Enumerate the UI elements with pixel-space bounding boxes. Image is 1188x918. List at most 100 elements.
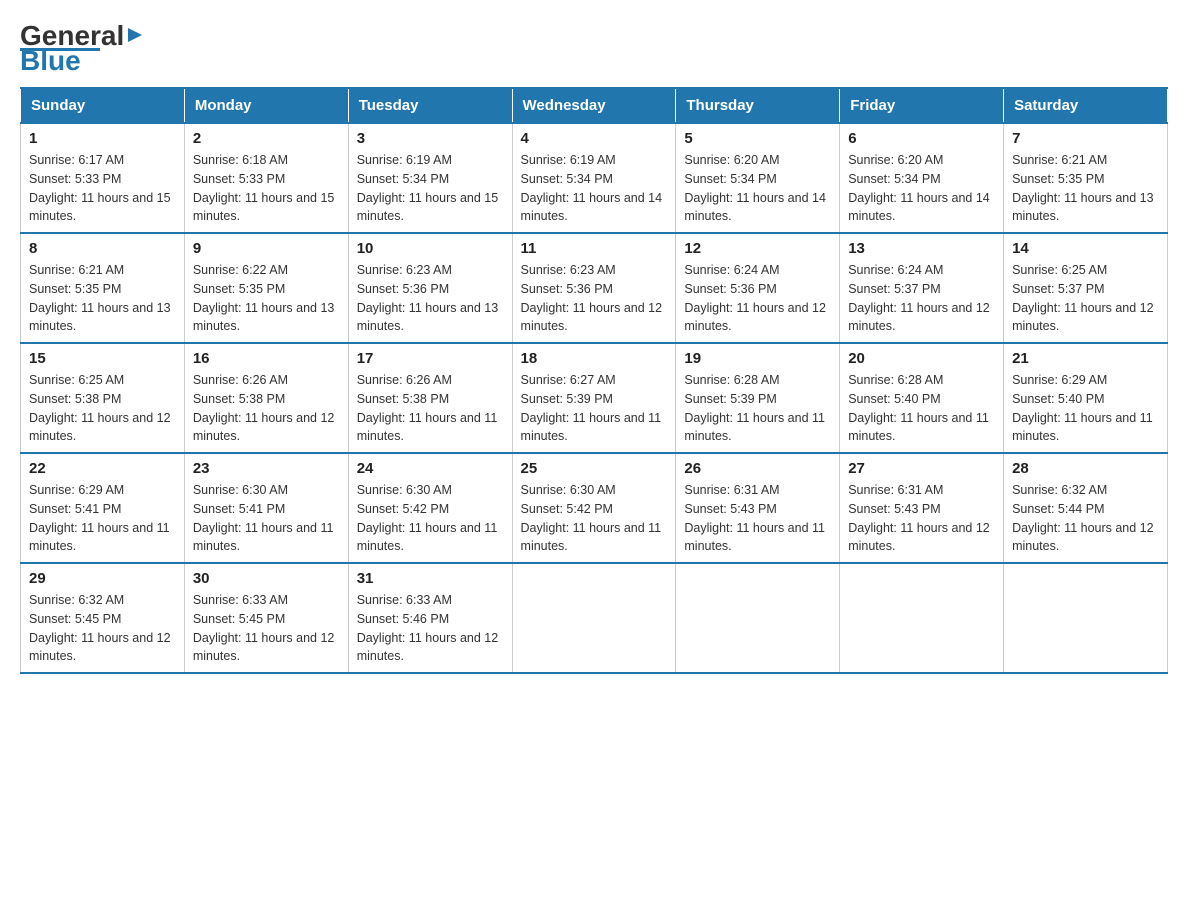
day-number: 3 (357, 130, 504, 147)
week-row-4: 22Sunrise: 6:29 AMSunset: 5:41 PMDayligh… (21, 453, 1168, 563)
day-info: Sunrise: 6:28 AMSunset: 5:39 PMDaylight:… (684, 371, 831, 446)
calendar-cell: 3Sunrise: 6:19 AMSunset: 5:34 PMDaylight… (348, 123, 512, 233)
week-row-5: 29 Sunrise: 6:32 AMSunset: 5:45 PMDayligh… (21, 563, 1168, 673)
week-row-3: 15Sunrise: 6:25 AMSunset: 5:38 PMDayligh… (21, 343, 1168, 453)
calendar-cell: 24 Sunrise: 6:30 AMSunset: 5:42 PMDayligh… (348, 453, 512, 563)
calendar-cell: 2 Sunrise: 6:18 AMSunset: 5:33 PMDaylight… (184, 123, 348, 233)
calendar-cell: 26 Sunrise: 6:31 AMSunset: 5:43 PMDayligh… (676, 453, 840, 563)
day-info: Sunrise: 6:17 AMSunset: 5:33 PMDaylight:… (29, 151, 176, 226)
day-number: 22 (29, 460, 176, 477)
day-number: 10 (357, 240, 504, 257)
day-info: Sunrise: 6:20 AMSunset: 5:34 PMDaylight:… (684, 151, 831, 226)
calendar-cell: 16 Sunrise: 6:26 AMSunset: 5:38 PMDayligh… (184, 343, 348, 453)
calendar-cell: 29 Sunrise: 6:32 AMSunset: 5:45 PMDayligh… (21, 563, 185, 673)
day-info: Sunrise: 6:21 AMSunset: 5:35 PMDaylight:… (1012, 151, 1159, 226)
day-info: Sunrise: 6:25 AMSunset: 5:38 PMDaylight:… (29, 371, 176, 446)
calendar-table: SundayMondayTuesdayWednesdayThursdayFrid… (20, 87, 1168, 674)
week-row-2: 8 Sunrise: 6:21 AMSunset: 5:35 PMDaylight… (21, 233, 1168, 343)
day-number: 2 (193, 130, 340, 147)
day-info: Sunrise: 6:31 AMSunset: 5:43 PMDaylight:… (684, 481, 831, 556)
calendar-cell: 22Sunrise: 6:29 AMSunset: 5:41 PMDayligh… (21, 453, 185, 563)
day-info: Sunrise: 6:33 AMSunset: 5:46 PMDaylight:… (357, 591, 504, 666)
day-number: 18 (521, 350, 668, 367)
calendar-cell: 19 Sunrise: 6:28 AMSunset: 5:39 PMDayligh… (676, 343, 840, 453)
day-info: Sunrise: 6:31 AMSunset: 5:43 PMDaylight:… (848, 481, 995, 556)
weekday-header-row: SundayMondayTuesdayWednesdayThursdayFrid… (21, 88, 1168, 123)
calendar-cell (676, 563, 840, 673)
day-number: 26 (684, 460, 831, 477)
weekday-friday: Friday (840, 88, 1004, 123)
weekday-tuesday: Tuesday (348, 88, 512, 123)
day-info: Sunrise: 6:32 AMSunset: 5:44 PMDaylight:… (1012, 481, 1159, 556)
calendar-cell: 4Sunrise: 6:19 AMSunset: 5:34 PMDaylight… (512, 123, 676, 233)
day-number: 12 (684, 240, 831, 257)
calendar-cell: 1 Sunrise: 6:17 AMSunset: 5:33 PMDaylight… (21, 123, 185, 233)
day-number: 17 (357, 350, 504, 367)
day-number: 11 (521, 240, 668, 257)
day-number: 25 (521, 460, 668, 477)
calendar-cell: 12 Sunrise: 6:24 AMSunset: 5:36 PMDayligh… (676, 233, 840, 343)
logo-blue-text: Blue (20, 45, 81, 77)
day-number: 1 (29, 130, 176, 147)
weekday-saturday: Saturday (1004, 88, 1168, 123)
calendar-cell (840, 563, 1004, 673)
day-number: 7 (1012, 130, 1159, 147)
day-info: Sunrise: 6:30 AMSunset: 5:41 PMDaylight:… (193, 481, 340, 556)
day-info: Sunrise: 6:30 AMSunset: 5:42 PMDaylight:… (357, 481, 504, 556)
logo-flag-icon (126, 26, 144, 49)
calendar-cell: 23Sunrise: 6:30 AMSunset: 5:41 PMDayligh… (184, 453, 348, 563)
day-number: 14 (1012, 240, 1159, 257)
calendar-cell: 14 Sunrise: 6:25 AMSunset: 5:37 PMDayligh… (1004, 233, 1168, 343)
calendar-cell: 20 Sunrise: 6:28 AMSunset: 5:40 PMDayligh… (840, 343, 1004, 453)
week-row-1: 1 Sunrise: 6:17 AMSunset: 5:33 PMDaylight… (21, 123, 1168, 233)
day-info: Sunrise: 6:25 AMSunset: 5:37 PMDaylight:… (1012, 261, 1159, 336)
calendar-cell: 15Sunrise: 6:25 AMSunset: 5:38 PMDayligh… (21, 343, 185, 453)
day-number: 13 (848, 240, 995, 257)
day-number: 16 (193, 350, 340, 367)
calendar-cell: 11Sunrise: 6:23 AMSunset: 5:36 PMDayligh… (512, 233, 676, 343)
logo: General Blue (20, 20, 144, 77)
calendar-cell: 25 Sunrise: 6:30 AMSunset: 5:42 PMDayligh… (512, 453, 676, 563)
calendar-cell: 21 Sunrise: 6:29 AMSunset: 5:40 PMDayligh… (1004, 343, 1168, 453)
day-info: Sunrise: 6:24 AMSunset: 5:37 PMDaylight:… (848, 261, 995, 336)
calendar-cell: 8 Sunrise: 6:21 AMSunset: 5:35 PMDaylight… (21, 233, 185, 343)
day-number: 8 (29, 240, 176, 257)
weekday-thursday: Thursday (676, 88, 840, 123)
day-number: 29 (29, 570, 176, 587)
calendar-cell: 31 Sunrise: 6:33 AMSunset: 5:46 PMDayligh… (348, 563, 512, 673)
day-info: Sunrise: 6:26 AMSunset: 5:38 PMDaylight:… (357, 371, 504, 446)
day-number: 28 (1012, 460, 1159, 477)
day-number: 19 (684, 350, 831, 367)
calendar-cell: 27 Sunrise: 6:31 AMSunset: 5:43 PMDayligh… (840, 453, 1004, 563)
day-number: 31 (357, 570, 504, 587)
day-info: Sunrise: 6:28 AMSunset: 5:40 PMDaylight:… (848, 371, 995, 446)
day-info: Sunrise: 6:18 AMSunset: 5:33 PMDaylight:… (193, 151, 340, 226)
day-info: Sunrise: 6:32 AMSunset: 5:45 PMDaylight:… (29, 591, 176, 666)
calendar-cell (1004, 563, 1168, 673)
calendar-cell: 18 Sunrise: 6:27 AMSunset: 5:39 PMDayligh… (512, 343, 676, 453)
day-number: 30 (193, 570, 340, 587)
day-info: Sunrise: 6:21 AMSunset: 5:35 PMDaylight:… (29, 261, 176, 336)
day-info: Sunrise: 6:27 AMSunset: 5:39 PMDaylight:… (521, 371, 668, 446)
calendar-cell: 17 Sunrise: 6:26 AMSunset: 5:38 PMDayligh… (348, 343, 512, 453)
day-info: Sunrise: 6:30 AMSunset: 5:42 PMDaylight:… (521, 481, 668, 556)
calendar-cell: 10Sunrise: 6:23 AMSunset: 5:36 PMDayligh… (348, 233, 512, 343)
day-number: 21 (1012, 350, 1159, 367)
calendar-cell: 30Sunrise: 6:33 AMSunset: 5:45 PMDayligh… (184, 563, 348, 673)
calendar-cell: 13 Sunrise: 6:24 AMSunset: 5:37 PMDayligh… (840, 233, 1004, 343)
day-number: 24 (357, 460, 504, 477)
calendar-cell (512, 563, 676, 673)
calendar-cell: 5Sunrise: 6:20 AMSunset: 5:34 PMDaylight… (676, 123, 840, 233)
calendar-cell: 9Sunrise: 6:22 AMSunset: 5:35 PMDaylight… (184, 233, 348, 343)
calendar-cell: 6Sunrise: 6:20 AMSunset: 5:34 PMDaylight… (840, 123, 1004, 233)
day-info: Sunrise: 6:24 AMSunset: 5:36 PMDaylight:… (684, 261, 831, 336)
day-number: 27 (848, 460, 995, 477)
day-number: 20 (848, 350, 995, 367)
weekday-wednesday: Wednesday (512, 88, 676, 123)
weekday-monday: Monday (184, 88, 348, 123)
day-number: 6 (848, 130, 995, 147)
day-info: Sunrise: 6:29 AMSunset: 5:40 PMDaylight:… (1012, 371, 1159, 446)
day-info: Sunrise: 6:26 AMSunset: 5:38 PMDaylight:… (193, 371, 340, 446)
calendar-cell: 28 Sunrise: 6:32 AMSunset: 5:44 PMDayligh… (1004, 453, 1168, 563)
calendar-cell: 7 Sunrise: 6:21 AMSunset: 5:35 PMDaylight… (1004, 123, 1168, 233)
